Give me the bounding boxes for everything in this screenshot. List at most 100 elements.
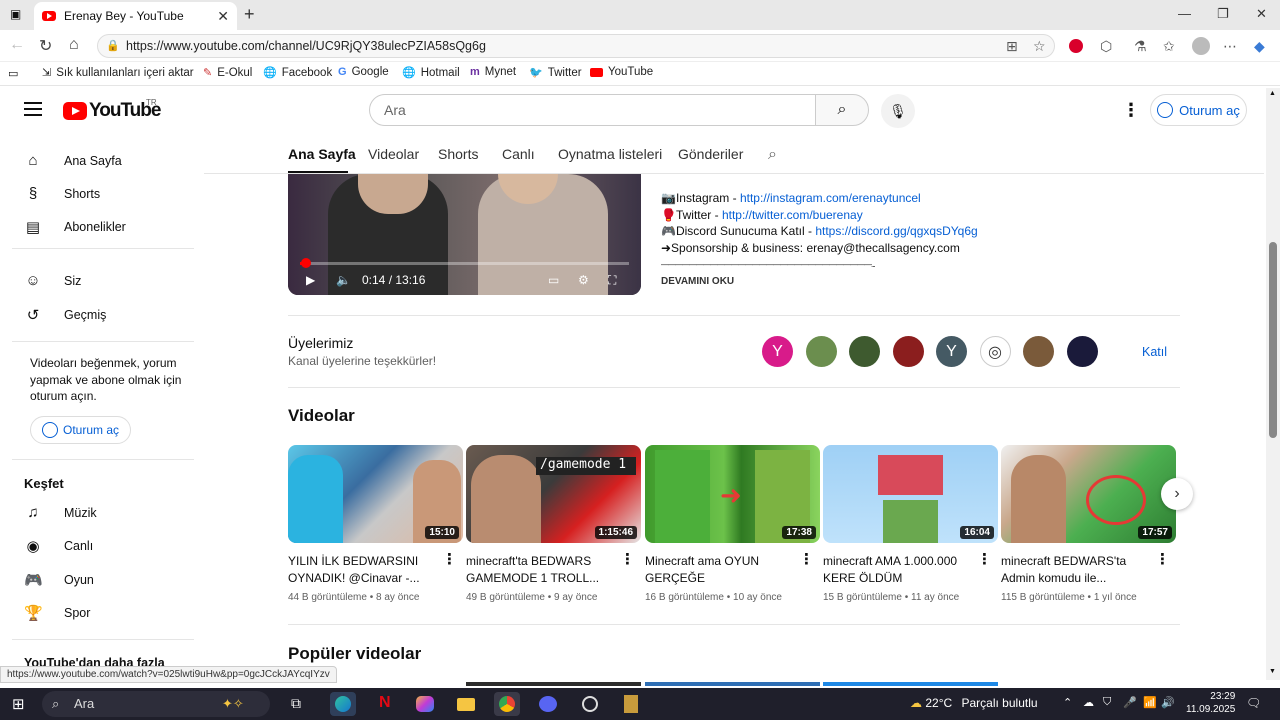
- member-avatar[interactable]: [1023, 336, 1054, 367]
- tab-playlists[interactable]: Oynatma listeleri: [558, 146, 662, 162]
- read-more-link[interactable]: DEVAMINI OKU: [661, 276, 734, 287]
- page-scrollbar[interactable]: ▲ ▼: [1266, 88, 1280, 680]
- bookmark-mynet[interactable]: m Mynet: [470, 66, 516, 78]
- voice-search-button[interactable]: 🎙: [881, 94, 915, 128]
- player-settings-icon[interactable]: ⚙: [578, 273, 589, 287]
- game-launcher-icon[interactable]: [618, 692, 644, 716]
- video-title[interactable]: minecraft'ta BEDWARS GAMEMODE 1 TROLL...: [466, 553, 616, 587]
- sidebar-item-shorts[interactable]: § Shorts: [24, 185, 100, 202]
- url-field[interactable]: 🔒 https://www.youtube.com/channel/UC9RjQ…: [97, 34, 1055, 58]
- bookmark-import[interactable]: ⇲ Sık kullanılanları içeri aktar: [42, 66, 194, 80]
- discord-link[interactable]: https://discord.gg/qgxqsDYq6g: [815, 224, 977, 238]
- sidebar-item-live[interactable]: ◉ Canlı: [24, 537, 93, 555]
- video-thumbnail[interactable]: /gamemode 1 1:15:46: [466, 445, 641, 543]
- back-icon[interactable]: ←: [9, 36, 25, 54]
- tab-home[interactable]: Ana Sayfa: [288, 146, 356, 162]
- sidebar-item-subscriptions[interactable]: ▤ Abonelikler: [24, 218, 126, 236]
- tab-shorts[interactable]: Shorts: [438, 146, 478, 162]
- join-button[interactable]: Katıl: [1129, 338, 1180, 366]
- clock[interactable]: 23:29 11.09.2025: [1186, 690, 1235, 716]
- member-avatar[interactable]: [805, 336, 837, 367]
- bookmark-hotmail[interactable]: 🌐 Hotmail: [402, 66, 460, 80]
- settings-kebab-icon[interactable]: ⋮: [1122, 100, 1140, 121]
- bookmark-facebook[interactable]: 🌐 Facebook: [263, 66, 332, 80]
- video-card[interactable]: 15:10 YILIN İLK BEDWARSINI OYNADIK! @Cin…: [288, 445, 463, 603]
- task-view-icon[interactable]: ⧉: [291, 695, 301, 712]
- video-card[interactable]: 17:57 minecraft BEDWARS'ta Admin komudu …: [1001, 445, 1176, 603]
- scrollbar-thumb[interactable]: [1269, 242, 1277, 438]
- member-avatar[interactable]: [849, 336, 880, 367]
- favorite-star-icon[interactable]: ☆: [1033, 38, 1046, 55]
- popular-videos-title[interactable]: Popüler videolar: [288, 644, 421, 664]
- youtube-logo[interactable]: YouTube TR: [63, 98, 161, 122]
- sidebar-item-sports[interactable]: 🏆 Spor: [24, 604, 90, 622]
- onedrive-icon[interactable]: ☁: [1083, 696, 1094, 709]
- reading-list-icon[interactable]: ▭: [8, 67, 18, 80]
- favorites-icon[interactable]: ✩: [1163, 38, 1175, 55]
- tab-close-icon[interactable]: ✕: [217, 8, 229, 25]
- volume-icon[interactable]: 🔈: [336, 273, 351, 287]
- video-card[interactable]: ➜ 17:38 Minecraft ama OYUN GERÇEĞE DÖNÜŞ…: [645, 445, 820, 603]
- videos-section-title[interactable]: Videolar: [288, 406, 355, 426]
- tab-actions-icon[interactable]: ▣: [10, 7, 21, 21]
- member-avatar[interactable]: ◎: [979, 336, 1011, 367]
- sidebar-item-music[interactable]: ♫ Müzik: [24, 504, 96, 521]
- settings-more-icon[interactable]: ⋯: [1223, 38, 1237, 55]
- video-thumbnail[interactable]: ➜ 17:38: [645, 445, 820, 543]
- scroll-up-icon[interactable]: ▲: [1269, 90, 1276, 97]
- windows-start-icon[interactable]: ⊞: [12, 695, 25, 713]
- edge-app-icon[interactable]: [330, 692, 356, 716]
- profile-avatar[interactable]: [1192, 37, 1210, 55]
- home-browser-icon[interactable]: ⌂: [69, 36, 79, 54]
- search-button[interactable]: ⌕: [815, 94, 869, 126]
- subtitles-icon[interactable]: ▭: [548, 273, 559, 287]
- tab-posts[interactable]: Gönderiler: [678, 146, 743, 162]
- refresh-icon[interactable]: ↻: [39, 36, 52, 56]
- featured-video-player[interactable]: ▶ 🔈 0:14 / 13:16 ▭ ⚙ ⛶: [288, 174, 641, 295]
- sidebar-item-you[interactable]: ☺ Siz: [24, 272, 81, 289]
- tab-videos[interactable]: Videolar: [368, 146, 419, 162]
- twitter-link[interactable]: http://twitter.com/buerenay: [722, 208, 863, 222]
- file-explorer-icon[interactable]: [453, 692, 479, 716]
- member-avatar[interactable]: [1066, 336, 1098, 367]
- sidebar-item-home[interactable]: ⌂ Ana Sayfa: [24, 152, 121, 169]
- menu-icon[interactable]: [24, 102, 42, 120]
- video-title[interactable]: minecraft BEDWARS'ta Admin komudu ile...: [1001, 553, 1151, 587]
- tab-live[interactable]: Canlı: [502, 146, 535, 162]
- instagram-link[interactable]: http://instagram.com/erenaytuncel: [740, 191, 921, 205]
- video-card[interactable]: 16:04 minecraft AMA 1.000.000 KERE ÖLDÜM…: [823, 445, 998, 603]
- copilot-app-icon[interactable]: [412, 692, 438, 716]
- copilot-icon[interactable]: ◆: [1254, 38, 1265, 55]
- video-menu-icon[interactable]: ⋮: [442, 550, 457, 568]
- video-thumbnail[interactable]: 17:57: [1001, 445, 1176, 543]
- video-thumbnail[interactable]: 15:10: [288, 445, 463, 543]
- new-tab-icon[interactable]: +: [244, 4, 255, 25]
- fullscreen-icon[interactable]: ⛶: [608, 273, 616, 288]
- netflix-app-icon[interactable]: N: [371, 692, 397, 716]
- bookmark-google[interactable]: G Google: [338, 66, 389, 78]
- member-avatar[interactable]: Y: [936, 336, 967, 367]
- bookmark-eokul[interactable]: ✎ E-Okul: [203, 66, 252, 80]
- speaker-icon[interactable]: 🔊: [1161, 696, 1175, 709]
- video-title[interactable]: YILIN İLK BEDWARSINI OYNADIK! @Cinavar -…: [288, 553, 438, 587]
- player-scrubber-handle[interactable]: [300, 258, 311, 268]
- member-avatar[interactable]: [892, 336, 924, 367]
- video-title[interactable]: minecraft AMA 1.000.000 KERE ÖLDÜM: [823, 553, 973, 587]
- member-avatar[interactable]: Y: [762, 336, 793, 367]
- signin-button[interactable]: Oturum aç: [1150, 94, 1247, 126]
- channel-search-icon[interactable]: ⌕: [768, 146, 777, 164]
- video-menu-icon[interactable]: ⋮: [799, 550, 814, 568]
- bookmark-youtube[interactable]: YouTube: [590, 66, 653, 78]
- video-menu-icon[interactable]: ⋮: [620, 550, 635, 568]
- site-info-icon[interactable]: 🔒: [106, 35, 120, 57]
- bookmark-twitter[interactable]: 🐦 Twitter: [529, 66, 582, 80]
- maximize-icon[interactable]: ❐: [1217, 6, 1229, 22]
- browser-tab-active[interactable]: Erenay Bey - YouTube ✕: [34, 2, 237, 30]
- video-menu-icon[interactable]: ⋮: [977, 550, 992, 568]
- chrome-app-icon[interactable]: [494, 692, 520, 716]
- extensions-icon[interactable]: ⬡: [1100, 38, 1112, 55]
- video-thumbnail[interactable]: 16:04: [823, 445, 998, 543]
- scroll-down-icon[interactable]: ▼: [1269, 668, 1276, 675]
- taskbar-search[interactable]: ⌕ Ara ✦✧: [42, 691, 270, 717]
- play-icon[interactable]: ▶: [306, 273, 315, 287]
